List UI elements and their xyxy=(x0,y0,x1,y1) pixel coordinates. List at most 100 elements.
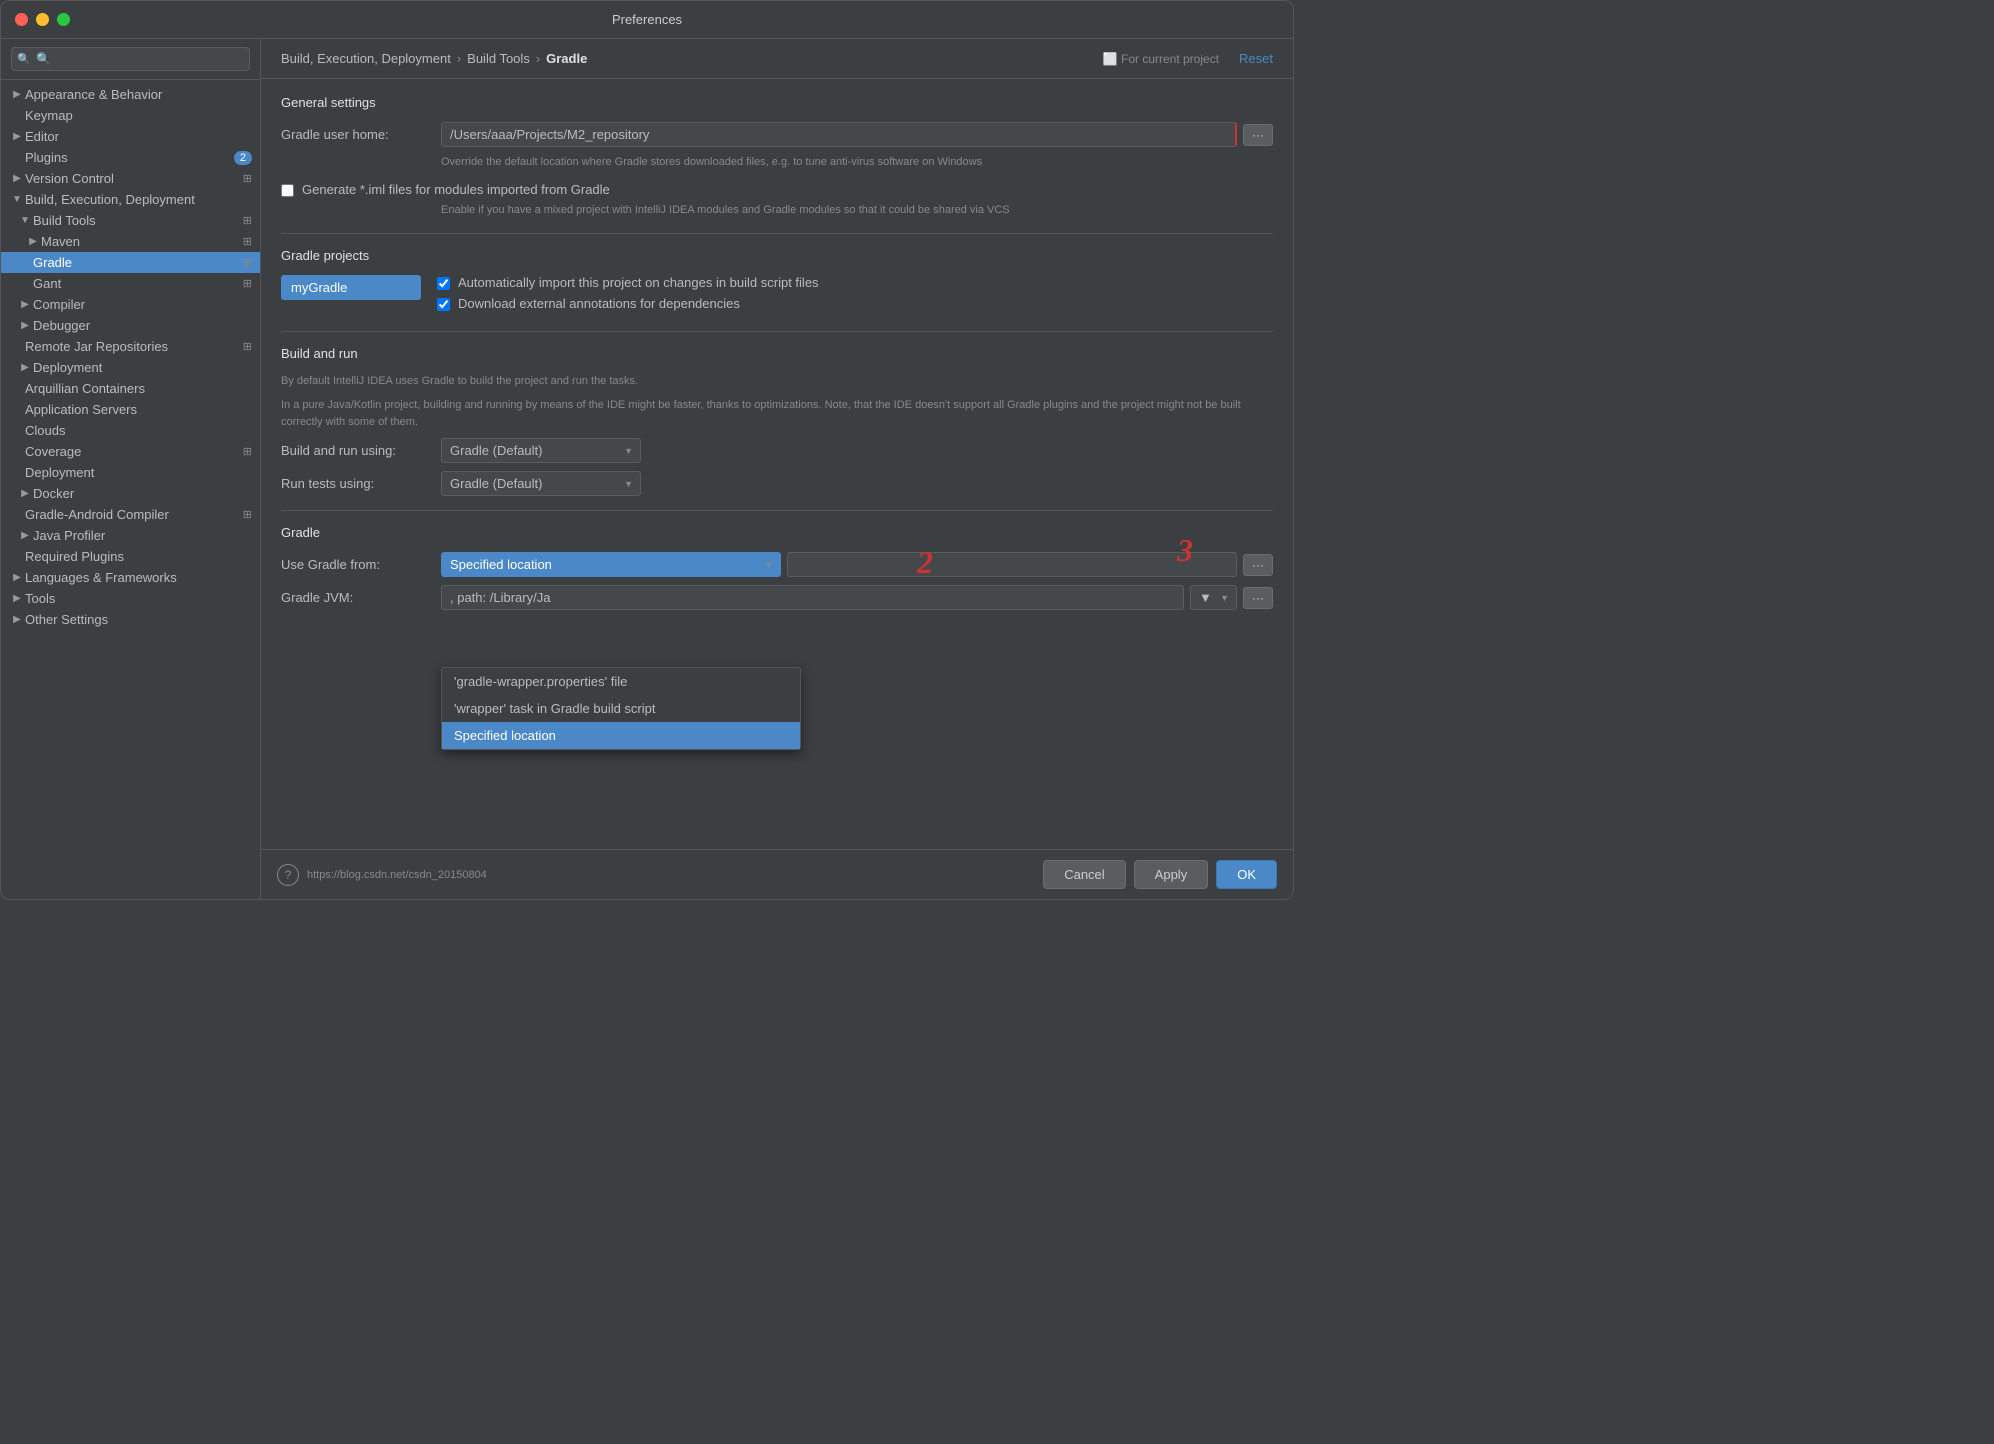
auto-import-checkbox[interactable] xyxy=(437,277,450,290)
gradle-jvm-select[interactable]: ▼ xyxy=(1190,585,1237,610)
sidebar-item-required-plugins[interactable]: Required Plugins xyxy=(1,546,260,567)
build-run-desc1: By default IntelliJ IDEA uses Gradle to … xyxy=(281,373,1273,390)
auto-import-row: Automatically import this project on cha… xyxy=(437,275,1273,290)
arrow-icon: ▶ xyxy=(17,299,33,310)
titlebar-buttons xyxy=(15,13,70,26)
dropdown-item-specified-location[interactable]: Specified location xyxy=(442,722,800,749)
divider-3 xyxy=(281,510,1273,511)
cancel-button[interactable]: Cancel xyxy=(1043,860,1125,889)
bottom-right: Cancel Apply OK xyxy=(1043,860,1277,889)
maven-icon: ⊞ xyxy=(243,235,252,248)
sidebar-item-coverage[interactable]: Coverage ⊞ xyxy=(1,441,260,462)
gradle-jvm-input[interactable] xyxy=(441,585,1184,610)
ok-button[interactable]: OK xyxy=(1216,860,1277,889)
breadcrumb-part1: Build, Execution, Deployment xyxy=(281,51,451,66)
help-button[interactable]: ? xyxy=(277,864,299,886)
close-button[interactable] xyxy=(15,13,28,26)
sidebar-item-deployment2[interactable]: Deployment xyxy=(1,462,260,483)
arrow-icon: ▶ xyxy=(9,173,25,184)
apply-button[interactable]: Apply xyxy=(1134,860,1209,889)
generate-iml-checkbox[interactable] xyxy=(281,184,294,197)
gradle-user-home-row: Gradle user home: ··· xyxy=(281,122,1273,147)
gradle-jvm-browse-button[interactable]: ··· xyxy=(1243,587,1273,609)
sidebar-item-editor[interactable]: ▶ Editor xyxy=(1,126,260,147)
search-input[interactable] xyxy=(11,47,250,71)
general-settings-title: General settings xyxy=(281,95,1273,110)
sidebar-item-languages[interactable]: ▶ Languages & Frameworks xyxy=(1,567,260,588)
titlebar: Preferences xyxy=(1,1,1293,39)
for-current-project: ⬜ For current project xyxy=(1103,52,1219,66)
breadcrumb: Build, Execution, Deployment › Build Too… xyxy=(281,51,587,66)
sidebar-tree: ▶ Appearance & Behavior Keymap ▶ Editor xyxy=(1,80,260,899)
build-run-using-select[interactable]: Gradle (Default) xyxy=(441,438,641,463)
gradle-location-input[interactable] xyxy=(787,552,1237,577)
gradle-from-dropdown: 'gradle-wrapper.properties' file 'wrappe… xyxy=(441,667,801,750)
breadcrumb-bar: Build, Execution, Deployment › Build Too… xyxy=(261,39,1293,79)
use-gradle-from-label: Use Gradle from: xyxy=(281,557,441,572)
dropdown-item-wrapper-task[interactable]: 'wrapper' task in Gradle build script xyxy=(442,695,800,722)
search-wrapper: 🔍 xyxy=(11,47,250,71)
gradle-jvm-select-wrap: ▼ xyxy=(1190,585,1237,610)
content-area: Build, Execution, Deployment › Build Too… xyxy=(261,39,1293,899)
sidebar-item-tools[interactable]: ▶ Tools xyxy=(1,588,260,609)
projects-list: myGradle xyxy=(281,275,421,317)
project-item-mygradle[interactable]: myGradle xyxy=(281,275,421,300)
gradle-user-home-input[interactable] xyxy=(441,122,1237,147)
projects-settings: Automatically import this project on cha… xyxy=(437,275,1273,317)
download-annotations-checkbox[interactable] xyxy=(437,298,450,311)
build-run-using-control: Gradle (Default) xyxy=(441,438,1273,463)
gradle-user-home-controls: ··· xyxy=(441,122,1273,147)
sidebar-item-keymap[interactable]: Keymap xyxy=(1,105,260,126)
run-tests-select[interactable]: Gradle (Default) xyxy=(441,471,641,496)
search-box: 🔍 xyxy=(1,39,260,80)
arrow-icon: ▶ xyxy=(17,530,33,541)
use-gradle-from-row: Use Gradle from: Specified location ··· … xyxy=(281,552,1273,577)
sidebar-item-app-servers[interactable]: Application Servers xyxy=(1,399,260,420)
sidebar-item-deployment[interactable]: ▶ Deployment xyxy=(1,357,260,378)
sidebar-item-appearance[interactable]: ▶ Appearance & Behavior xyxy=(1,84,260,105)
sidebar-item-gradle[interactable]: Gradle ⊞ xyxy=(1,252,260,273)
sidebar-item-arquillian[interactable]: Arquillian Containers xyxy=(1,378,260,399)
sidebar-item-remote-jar[interactable]: Remote Jar Repositories ⊞ xyxy=(1,336,260,357)
generate-iml-row: Generate *.iml files for modules importe… xyxy=(281,182,1273,197)
gradle-user-home-browse-button[interactable]: ··· xyxy=(1243,124,1273,146)
sidebar-item-maven[interactable]: ▶ Maven ⊞ xyxy=(1,231,260,252)
sidebar-item-clouds[interactable]: Clouds xyxy=(1,420,260,441)
gradle-section: Gradle Use Gradle from: Specified locati… xyxy=(281,525,1273,610)
sidebar-item-build-exec-deploy[interactable]: ▼ Build, Execution, Deployment xyxy=(1,189,260,210)
sidebar-item-compiler[interactable]: ▶ Compiler xyxy=(1,294,260,315)
sidebar-item-plugins[interactable]: Plugins 2 xyxy=(1,147,260,168)
gradle-jvm-control: ▼ ··· xyxy=(441,585,1273,610)
sidebar-item-gradle-android[interactable]: Gradle-Android Compiler ⊞ xyxy=(1,504,260,525)
reset-button[interactable]: Reset xyxy=(1239,51,1273,66)
remote-jar-icon: ⊞ xyxy=(243,340,252,353)
minimize-button[interactable] xyxy=(36,13,49,26)
arrow-icon: ▼ xyxy=(17,215,33,226)
build-run-using-label: Build and run using: xyxy=(281,443,441,458)
sidebar-item-build-tools[interactable]: ▼ Build Tools ⊞ xyxy=(1,210,260,231)
gradle-android-icon: ⊞ xyxy=(243,508,252,521)
sidebar-item-java-profiler[interactable]: ▶ Java Profiler xyxy=(1,525,260,546)
maximize-button[interactable] xyxy=(57,13,70,26)
sidebar-item-version-control[interactable]: ▶ Version Control ⊞ xyxy=(1,168,260,189)
gradle-location-browse-button[interactable]: ··· xyxy=(1243,554,1273,576)
divider-1 xyxy=(281,233,1273,234)
gradle-user-home-hint: Override the default location where Grad… xyxy=(441,155,1273,170)
sidebar-item-gant[interactable]: Gant ⊞ xyxy=(1,273,260,294)
sidebar-item-docker[interactable]: ▶ Docker xyxy=(1,483,260,504)
build-run-desc2: In a pure Java/Kotlin project, building … xyxy=(281,397,1273,430)
generate-iml-label: Generate *.iml files for modules importe… xyxy=(302,182,610,197)
arrow-icon: ▶ xyxy=(25,236,41,247)
gradle-section-title: Gradle xyxy=(281,525,1273,540)
run-tests-using-row: Run tests using: Gradle (Default) xyxy=(281,471,1273,496)
sidebar-item-debugger[interactable]: ▶ Debugger xyxy=(1,315,260,336)
use-gradle-from-select[interactable]: Specified location xyxy=(441,552,781,577)
gant-icon: ⊞ xyxy=(243,277,252,290)
use-gradle-from-control: Specified location ··· 2 3 xyxy=(441,552,1273,577)
run-tests-using-label: Run tests using: xyxy=(281,476,441,491)
dropdown-item-wrapper-properties[interactable]: 'gradle-wrapper.properties' file xyxy=(442,668,800,695)
gradle-jvm-row: Gradle JVM: ▼ ··· xyxy=(281,585,1273,610)
preferences-window: Preferences 🔍 ▶ Appearance & Behavior xyxy=(0,0,1294,900)
gradle-projects-title: Gradle projects xyxy=(281,248,1273,263)
sidebar-item-other-settings[interactable]: ▶ Other Settings xyxy=(1,609,260,630)
